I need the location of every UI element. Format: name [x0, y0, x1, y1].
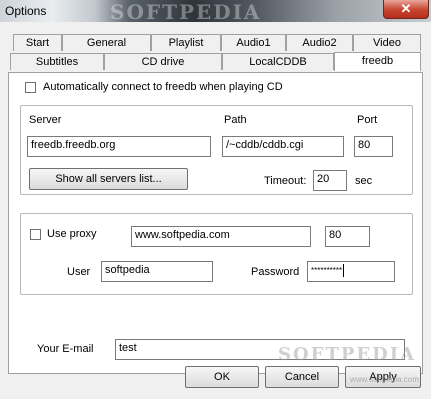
- tab-label: General: [86, 37, 127, 49]
- tab-start[interactable]: Start: [13, 34, 62, 51]
- softpedia-watermark: SOFTPEDIA: [110, 0, 262, 24]
- password-input[interactable]: **********: [307, 261, 395, 282]
- use-proxy-label: Use proxy: [47, 228, 97, 240]
- auto-connect-label: Automatically connect to freedb when pla…: [43, 81, 283, 93]
- tab-audio2[interactable]: Audio2: [286, 34, 353, 51]
- user-input[interactable]: softpedia: [101, 261, 213, 282]
- tab-label: Subtitles: [35, 56, 79, 68]
- use-proxy-checkbox[interactable]: [30, 229, 41, 240]
- user-label: User: [67, 266, 91, 278]
- server-input[interactable]: freedb.freedb.org: [27, 136, 211, 157]
- tab-audio1[interactable]: Audio1: [221, 34, 286, 51]
- tab-label: Audio1: [236, 37, 271, 49]
- port-label: Port: [357, 114, 378, 126]
- ok-button[interactable]: OK: [185, 366, 259, 388]
- options-dialog: Options SOFTPEDIA ✕ Start General Playli…: [0, 0, 431, 399]
- auto-connect-checkbox[interactable]: [25, 82, 36, 93]
- tab-cd-drive[interactable]: CD drive: [104, 53, 222, 70]
- path-label: Path: [224, 114, 247, 126]
- timeout-label: Timeout:: [264, 175, 307, 187]
- cancel-button[interactable]: Cancel: [265, 366, 339, 388]
- text-caret: [343, 264, 345, 278]
- proxy-host-input[interactable]: www.softpedia.com: [131, 226, 311, 247]
- server-label: Server: [29, 114, 62, 126]
- path-input[interactable]: /~cddb/cddb.cgi: [222, 136, 344, 157]
- tab-label: LocalCDDB: [249, 56, 307, 68]
- tab-general[interactable]: General: [62, 34, 151, 51]
- email-label: Your E-mail: [37, 343, 94, 355]
- port-input[interactable]: 80: [354, 136, 393, 157]
- timeout-input[interactable]: 20: [313, 170, 347, 191]
- close-icon: ✕: [400, 1, 412, 16]
- dialog-client: Start General Playlist Audio1 Audio2 Vid…: [4, 22, 427, 395]
- tab-label: Audio2: [302, 37, 337, 49]
- softpedia-watermark-bottom: SOFTPEDIA: [278, 344, 417, 365]
- tab-video[interactable]: Video: [353, 34, 421, 51]
- tab-label: Start: [25, 37, 50, 49]
- softpedia-url-watermark: www.softpedia.com: [350, 375, 419, 384]
- timeout-unit: sec: [355, 175, 373, 187]
- window-title: Options: [5, 4, 47, 18]
- tab-subtitles[interactable]: Subtitles: [10, 53, 104, 70]
- tab-playlist[interactable]: Playlist: [151, 34, 221, 51]
- tab-label: Playlist: [168, 37, 204, 49]
- title-bar[interactable]: Options SOFTPEDIA ✕: [0, 0, 431, 24]
- close-button[interactable]: ✕: [383, 0, 429, 19]
- freedb-panel: Automatically connect to freedb when pla…: [8, 72, 423, 374]
- tab-label: freedb: [361, 55, 394, 67]
- proxy-port-input[interactable]: 80: [325, 226, 370, 247]
- tab-freedb[interactable]: freedb: [334, 52, 421, 71]
- tab-label: CD drive: [141, 56, 185, 68]
- password-value: **********: [311, 266, 343, 275]
- tab-label: Video: [373, 37, 401, 49]
- show-servers-button[interactable]: Show all servers list...: [29, 168, 188, 190]
- tab-localcddb[interactable]: LocalCDDB: [222, 53, 334, 70]
- password-label: Password: [251, 266, 300, 278]
